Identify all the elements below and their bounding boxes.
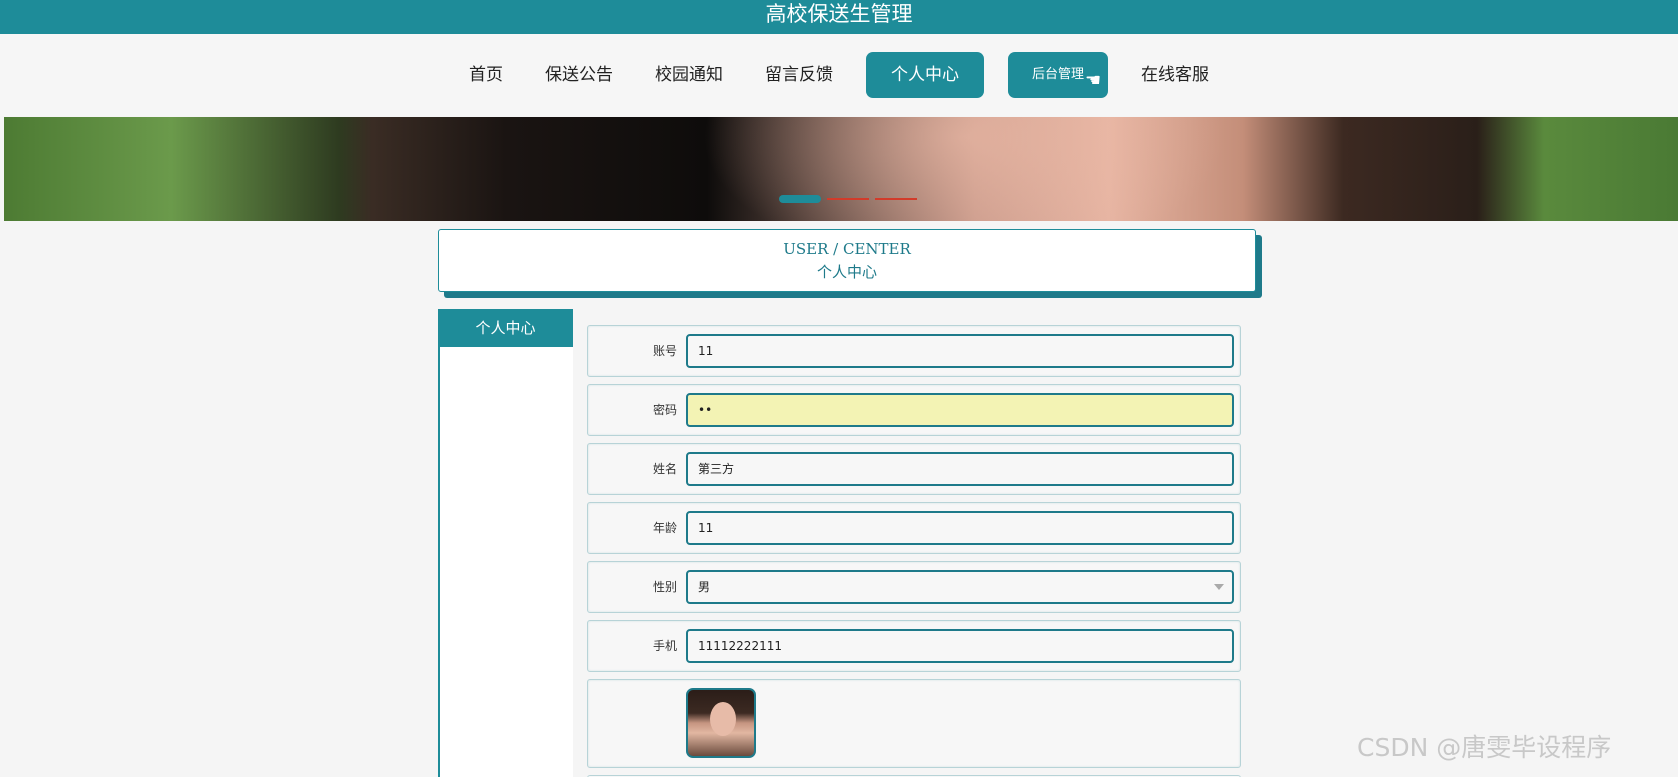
carousel-indicators bbox=[779, 195, 917, 203]
form-row-account: 账号 11 bbox=[587, 325, 1241, 377]
nav-personal-center[interactable]: 个人中心 bbox=[865, 52, 984, 98]
section-title-box: USER / CENTER 个人中心 bbox=[438, 229, 1256, 292]
form-row-gender: 性别 男 bbox=[587, 561, 1241, 613]
banner-image bbox=[4, 117, 1678, 221]
main-nav: 首页 保送公告 校园通知 留言反馈 个人中心 后台管理 在线客服 bbox=[0, 34, 1678, 116]
form-row-age: 年龄 11 bbox=[587, 502, 1241, 554]
phone-input[interactable]: 11112222111 bbox=[686, 629, 1234, 663]
hand-cursor-icon: ☚ bbox=[1085, 70, 1102, 91]
sidebar: 个人中心 bbox=[438, 309, 573, 777]
nav-campus-notices[interactable]: 校园通知 bbox=[634, 53, 744, 97]
gender-selected-value: 男 bbox=[698, 580, 711, 594]
name-input[interactable]: 第三方 bbox=[686, 452, 1234, 486]
top-title-bar: 高校保送生管理 bbox=[0, 0, 1678, 34]
sidebar-item-personal-center[interactable]: 个人中心 bbox=[438, 309, 573, 347]
carousel-dot[interactable] bbox=[875, 198, 917, 200]
nav-announcements[interactable]: 保送公告 bbox=[524, 53, 634, 97]
name-label: 姓名 bbox=[652, 462, 677, 476]
chevron-down-icon bbox=[1214, 584, 1224, 590]
watermark: CSDN @唐雯毕设程序 bbox=[1357, 733, 1612, 762]
avatar-image[interactable] bbox=[686, 688, 756, 758]
form-row-avatar bbox=[587, 679, 1241, 768]
form-row-phone: 手机 11112222111 bbox=[587, 620, 1241, 672]
site-title: 高校保送生管理 bbox=[765, 2, 913, 26]
section-title-en: USER / CENTER bbox=[783, 240, 911, 258]
account-label: 账号 bbox=[652, 344, 677, 358]
age-label: 年龄 bbox=[652, 521, 677, 535]
nav-feedback[interactable]: 留言反馈 bbox=[744, 53, 854, 97]
avatar-face bbox=[710, 702, 736, 736]
password-label: 密码 bbox=[652, 403, 677, 417]
account-input[interactable]: 11 bbox=[686, 334, 1234, 368]
profile-form: 账号 11 密码 •• 姓名 第三方 年龄 11 性别 男 手机 1111222… bbox=[587, 325, 1241, 777]
form-row-password: 密码 •• bbox=[587, 384, 1241, 436]
phone-label: 手机 bbox=[652, 639, 677, 653]
gender-label: 性别 bbox=[652, 580, 677, 594]
form-row-name: 姓名 第三方 bbox=[587, 443, 1241, 495]
nav-online-service[interactable]: 在线客服 bbox=[1120, 53, 1230, 97]
gender-select[interactable]: 男 bbox=[686, 570, 1234, 604]
banner-carousel[interactable] bbox=[4, 117, 1678, 221]
carousel-dot[interactable] bbox=[779, 195, 821, 203]
section-title-cn: 个人中心 bbox=[816, 263, 877, 281]
nav-home[interactable]: 首页 bbox=[448, 53, 524, 97]
age-input[interactable]: 11 bbox=[686, 511, 1234, 545]
carousel-dot[interactable] bbox=[827, 198, 869, 200]
password-input[interactable]: •• bbox=[686, 393, 1234, 427]
